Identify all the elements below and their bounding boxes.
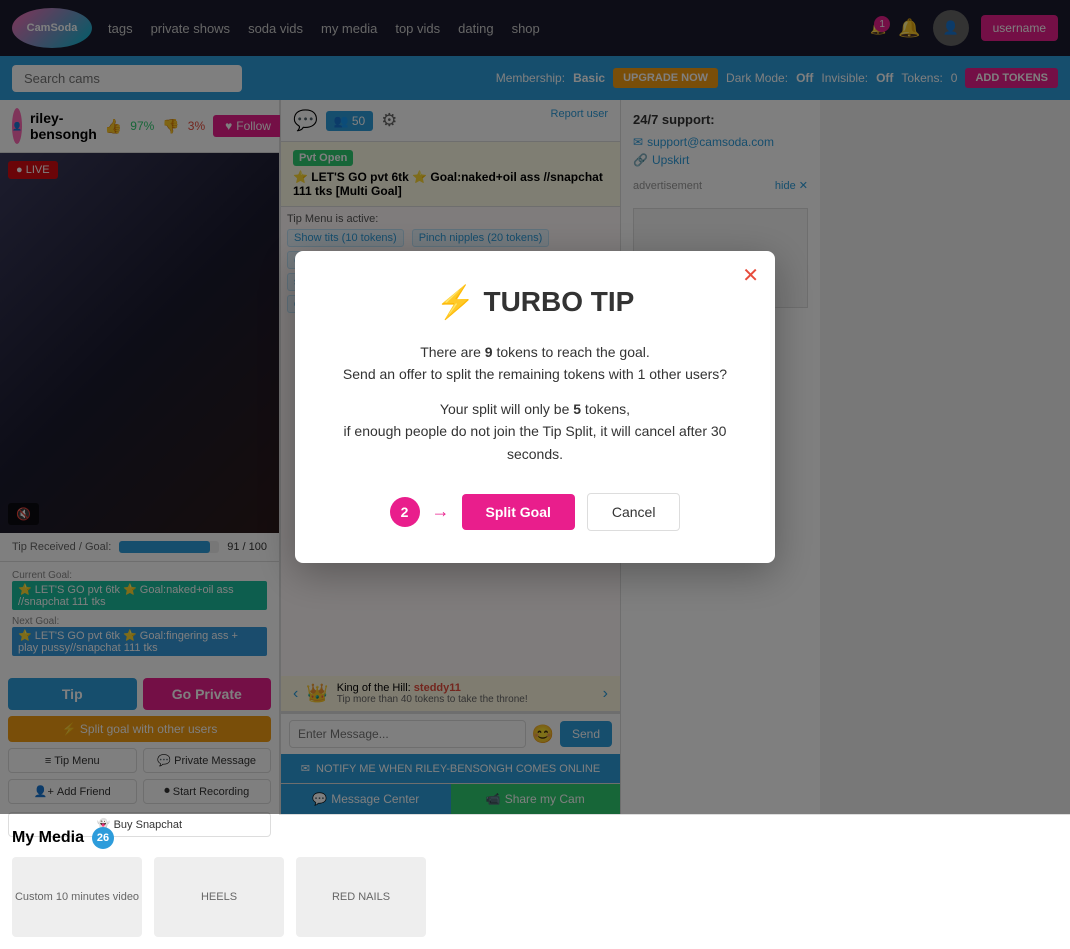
my-media-title: My Media [12, 829, 84, 847]
media-count-badge: 26 [92, 827, 114, 849]
modal-split-goal-button[interactable]: Split Goal [462, 494, 575, 530]
media-item-0[interactable]: Custom 10 minutes video [12, 857, 142, 937]
modal-overlay: ✕ ⚡ TURBO TIP There are 9 tokens to reac… [0, 0, 1070, 814]
media-item-1[interactable]: HEELS [154, 857, 284, 937]
media-grid: Custom 10 minutes video HEELS RED NAILS [12, 857, 1058, 937]
modal-title: ⚡ TURBO TIP [327, 283, 743, 321]
media-item-2[interactable]: RED NAILS [296, 857, 426, 937]
arrow-icon: → [432, 501, 450, 522]
modal-text-1: There are 9 tokens to reach the goal. Se… [327, 341, 743, 386]
modal-cancel-button[interactable]: Cancel [587, 493, 681, 531]
turbo-tip-modal: ✕ ⚡ TURBO TIP There are 9 tokens to reac… [295, 251, 775, 563]
modal-close-button[interactable]: ✕ [742, 263, 759, 288]
modal-buttons: 2 → Split Goal Cancel [327, 493, 743, 531]
modal-text-2: Your split will only be 5 tokens, if eno… [327, 398, 743, 465]
lightning-icon: ⚡ [436, 283, 476, 321]
step-badge: 2 [390, 497, 420, 527]
